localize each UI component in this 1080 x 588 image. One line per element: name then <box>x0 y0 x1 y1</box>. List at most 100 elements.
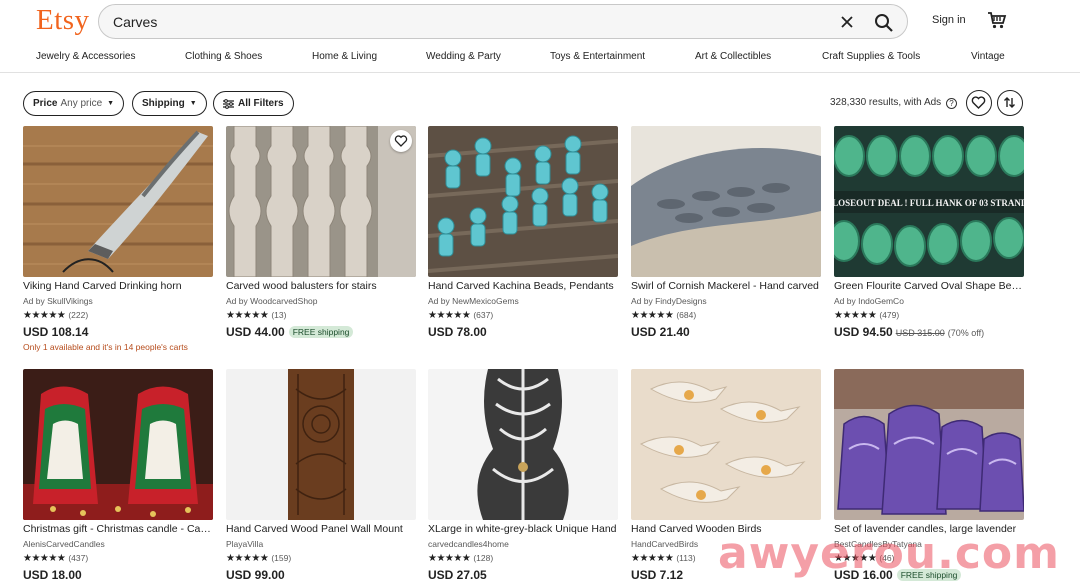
price-filter-value: Any price <box>60 98 103 109</box>
image-caption: CLOSEOUT DEAL ! FULL HANK OF 03 STRANDS <box>834 198 1024 208</box>
rating: ★★★★★ (113) <box>631 553 696 564</box>
watermark: awyerou.com <box>718 528 1060 579</box>
category-toys[interactable]: Toys & Entertainment <box>550 51 645 62</box>
shop-name: Ad by WoodcarvedShop <box>226 296 318 306</box>
price: USD 18.00 <box>23 568 82 582</box>
listing-image-kachina-beads[interactable] <box>428 126 618 277</box>
listing-image-lavender-candles[interactable] <box>834 369 1024 520</box>
etsy-logo[interactable]: Etsy <box>36 4 90 37</box>
sort-button[interactable] <box>997 90 1023 116</box>
shop-name: PlayaVilla <box>226 539 264 549</box>
shipping-filter[interactable]: Shipping ▼ <box>132 91 207 116</box>
category-clothing[interactable]: Clothing & Shoes <box>185 51 262 62</box>
free-shipping-badge: FREE shipping <box>288 326 354 338</box>
star-rating-icon: ★★★★★ <box>23 310 66 321</box>
price: USD 78.00 <box>428 325 487 339</box>
favorite-search-button[interactable] <box>966 90 992 116</box>
listing-title[interactable]: Green Flourite Carved Oval Shape Beads <box>834 280 1024 292</box>
stock-notice: Only 1 available and it's in 14 people's… <box>23 342 188 352</box>
header: Etsy Carves Sign in <box>0 0 1080 42</box>
listing-title[interactable]: XLarge in white-grey-black Unique Hand <box>428 523 618 535</box>
listing-image-balusters[interactable] <box>226 126 416 277</box>
price-row: USD 44.00 FREE shipping <box>226 325 354 339</box>
results-count: 328,330 results, with Ads ? <box>830 97 957 109</box>
price: USD 94.50 <box>834 325 893 339</box>
price-filter[interactable]: Price Any price ▼ <box>23 91 125 116</box>
info-icon[interactable]: ? <box>945 98 957 109</box>
price: USD 44.00 <box>226 325 285 339</box>
listing-title[interactable]: Swirl of Cornish Mackerel - Hand carved <box>631 280 821 292</box>
rating: ★★★★★ (222) <box>23 310 88 321</box>
star-rating-icon: ★★★★★ <box>428 553 471 564</box>
star-rating-icon: ★★★★★ <box>631 553 674 564</box>
review-count: (637) <box>473 310 494 320</box>
category-art[interactable]: Art & Collectibles <box>695 51 771 62</box>
listing-title[interactable]: Viking Hand Carved Drinking horn <box>23 280 213 292</box>
category-vintage[interactable]: Vintage <box>971 51 1005 62</box>
shop-name: AlenisCarvedCandles <box>23 539 105 549</box>
listing-title[interactable]: Hand Carved Kachina Beads, Pendants <box>428 280 618 292</box>
price-row: USD 94.50 USD 315.00 (70% off) <box>834 325 984 339</box>
shop-name: Ad by NewMexicoGems <box>428 296 519 306</box>
sign-in-link[interactable]: Sign in <box>932 14 966 26</box>
shop-name: Ad by IndoGemCo <box>834 296 904 306</box>
price: USD 27.05 <box>428 568 487 582</box>
price: USD 7.12 <box>631 568 684 582</box>
category-wedding[interactable]: Wedding & Party <box>426 51 501 62</box>
listing-image-wooden-birds[interactable] <box>631 369 821 520</box>
shop-name: carvedcandles4home <box>428 539 509 549</box>
shop-name: Ad by SkullVikings <box>23 296 93 306</box>
rating: ★★★★★ (479) <box>834 310 899 321</box>
review-count: (437) <box>68 553 89 563</box>
review-count: (113) <box>676 553 696 563</box>
rating: ★★★★★ (13) <box>226 310 286 321</box>
listing-title[interactable]: Carved wood balusters for stairs <box>226 280 416 292</box>
listing-image-mackerel-carving[interactable] <box>631 126 821 277</box>
search-icon[interactable] <box>871 10 897 36</box>
results-text: 328,330 results, with Ads <box>830 97 942 108</box>
review-count: (479) <box>879 310 900 320</box>
price: USD 99.00 <box>226 568 285 582</box>
heart-icon <box>394 135 408 147</box>
category-jewelry[interactable]: Jewelry & Accessories <box>36 51 135 62</box>
favorite-button[interactable] <box>390 130 412 152</box>
rating: ★★★★★ (128) <box>428 553 493 564</box>
star-rating-icon: ★★★★★ <box>631 310 674 321</box>
listing-image-fluorite-beads[interactable]: CLOSEOUT DEAL ! FULL HANK OF 03 STRANDS <box>834 126 1024 277</box>
original-price: USD 315.00 <box>895 328 945 338</box>
rating: ★★★★★ (637) <box>428 310 493 321</box>
star-rating-icon: ★★★★★ <box>23 553 66 564</box>
price: USD 108.14 <box>23 325 89 339</box>
star-rating-icon: ★★★★★ <box>428 310 471 321</box>
nav-divider <box>0 72 1080 73</box>
review-count: (684) <box>676 310 697 320</box>
review-count: (222) <box>68 310 89 320</box>
all-filters-label: All Filters <box>238 98 284 109</box>
listing-image-wood-panel[interactable] <box>226 369 416 520</box>
listing-title[interactable]: Hand Carved Wood Panel Wall Mount <box>226 523 416 535</box>
category-nav: Jewelry & Accessories Clothing & Shoes H… <box>0 49 1080 71</box>
search-bar[interactable]: Carves <box>98 4 908 39</box>
price-filter-label: Price <box>33 98 58 109</box>
review-count: (13) <box>271 310 287 320</box>
category-home[interactable]: Home & Living <box>312 51 377 62</box>
listing-title[interactable]: Christmas gift - Christmas candle - Carv… <box>23 523 213 535</box>
discount: (70% off) <box>947 328 985 338</box>
category-craft[interactable]: Craft Supplies & Tools <box>822 51 920 62</box>
star-rating-icon: ★★★★★ <box>226 310 269 321</box>
listing-image-drinking-horn[interactable] <box>23 126 213 277</box>
star-rating-icon: ★★★★★ <box>226 553 269 564</box>
cart-icon[interactable] <box>987 10 1007 30</box>
all-filters-button[interactable]: All Filters <box>213 91 294 116</box>
rating: ★★★★★ (437) <box>23 553 88 564</box>
caret-down-icon: ▼ <box>189 100 197 107</box>
shipping-filter-label: Shipping <box>142 98 185 109</box>
shop-name: Ad by FindyDesigns <box>631 296 707 306</box>
listing-image-christmas-candle[interactable] <box>23 369 213 520</box>
close-icon[interactable] <box>835 10 859 34</box>
listing-image-carved-candle[interactable] <box>428 369 618 520</box>
search-input[interactable]: Carves <box>113 14 157 30</box>
caret-down-icon: ▼ <box>107 100 115 107</box>
filters-icon <box>223 98 234 109</box>
star-rating-icon: ★★★★★ <box>834 310 877 321</box>
